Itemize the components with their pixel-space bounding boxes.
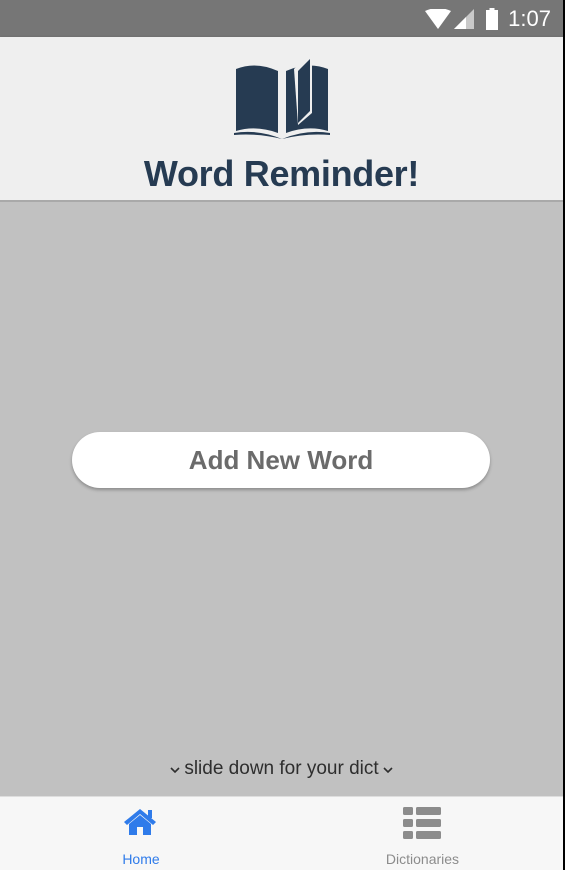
app-title: Word Reminder! [143, 153, 420, 194]
tab-dictionaries[interactable]: Dictionaries [282, 797, 563, 870]
cellular-signal-icon [454, 8, 475, 29]
app-header: Word Reminder! [0, 37, 563, 202]
chevron-down-icon [383, 762, 393, 777]
status-time: 1:07 [508, 5, 551, 31]
wifi-icon [425, 8, 452, 29]
slide-hint-text: slide down for your dict [184, 758, 379, 779]
app-screen: 1:07 Word Reminder! Add New Word slide d… [0, 0, 563, 870]
tab-dictionaries-label: Dictionaries [385, 851, 460, 867]
chevron-down-icon [170, 762, 180, 777]
list-icon [403, 807, 441, 844]
add-new-word-button[interactable]: Add New Word [72, 432, 490, 488]
tab-home-label: Home [122, 851, 160, 867]
status-icons: 1:07 [425, 0, 551, 37]
battery-icon [486, 7, 499, 30]
home-icon [123, 807, 157, 840]
status-bar: 1:07 [0, 0, 563, 37]
tab-home[interactable]: Home [0, 797, 282, 870]
bottom-nav: Home Dictionaries [0, 796, 563, 870]
slide-hint[interactable]: slide down for your dict [0, 758, 563, 780]
open-book-icon [234, 55, 330, 139]
main-area: Add New Word slide down for your dict [0, 202, 563, 796]
